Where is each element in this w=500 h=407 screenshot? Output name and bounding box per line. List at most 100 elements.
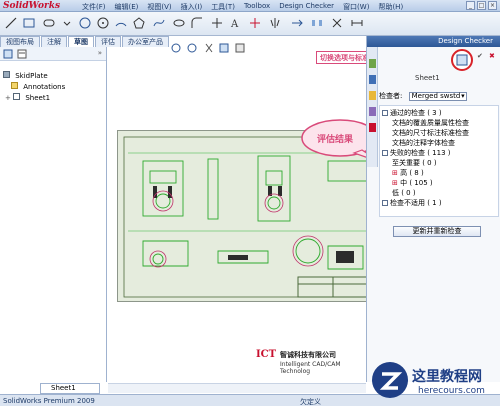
checker-select[interactable]: Merged swstd ▾ bbox=[408, 92, 467, 101]
menu-bar: 文件(F) 编辑(E) 视图(V) 插入(I) 工具(T) Toolbox De… bbox=[82, 2, 403, 12]
tree-item-sheet1[interactable]: + Sheet1 bbox=[3, 93, 65, 104]
results-tree: 通过的检查 ( 3 ) 文档的覆盖质量属性检查 文档的尺寸标注标准检查 文档的注… bbox=[379, 105, 499, 217]
menu-help[interactable]: 帮助(H) bbox=[378, 2, 403, 12]
mirror-tool-icon[interactable] bbox=[268, 16, 282, 30]
tree-item-label: Sheet1 bbox=[25, 94, 51, 102]
ok-icon[interactable]: ✔ bbox=[477, 52, 483, 60]
watermark-logo-icon bbox=[372, 362, 408, 398]
evaluate-results-text: 评估结果 bbox=[317, 135, 354, 145]
circle-tool-icon[interactable] bbox=[78, 16, 92, 30]
horizontal-scrollbar[interactable] bbox=[108, 383, 366, 393]
drawing-icon bbox=[3, 71, 10, 78]
view-palette-tab-icon[interactable] bbox=[369, 107, 376, 116]
expand-plus-icon[interactable]: ⊞ bbox=[392, 169, 398, 177]
checker-value: Merged swstd bbox=[411, 92, 461, 100]
task-pane-tabs bbox=[367, 47, 378, 167]
checker-row: 检查者: Merged swstd ▾ bbox=[379, 91, 499, 101]
smart-dimension-icon[interactable] bbox=[350, 16, 364, 30]
feature-manager-panel: » SkidPlate Annotations + Sheet1 bbox=[0, 47, 107, 382]
menu-design-checker[interactable]: Design Checker bbox=[279, 2, 334, 12]
svg-text:A: A bbox=[230, 19, 239, 30]
library-tab-icon[interactable] bbox=[369, 75, 376, 84]
failed-checks-label: 失败的检查 ( 113 ) bbox=[390, 149, 451, 157]
slot-tool-icon[interactable] bbox=[42, 16, 56, 30]
relation-tool-icon[interactable] bbox=[330, 16, 344, 30]
perimeter-circle-icon[interactable] bbox=[96, 16, 110, 30]
menu-insert[interactable]: 插入(I) bbox=[181, 2, 203, 12]
feature-manager-toolbar: » bbox=[0, 47, 106, 61]
menu-view[interactable]: 视图(V) bbox=[147, 2, 171, 12]
feature-tree: SkidPlate Annotations + Sheet1 bbox=[3, 71, 65, 104]
menu-file[interactable]: 文件(F) bbox=[82, 2, 106, 12]
ellipse-tool-icon[interactable] bbox=[172, 16, 186, 30]
update-recheck-button[interactable]: 更新并重新检查 bbox=[393, 226, 481, 237]
maximize-button[interactable]: □ bbox=[477, 1, 486, 10]
move-entities-icon[interactable] bbox=[290, 16, 304, 30]
design-checker-header: Design Checker bbox=[367, 36, 500, 47]
tab-evaluate[interactable]: 评估 bbox=[95, 36, 121, 47]
trim-tool-icon[interactable] bbox=[248, 16, 262, 30]
close-icon[interactable]: ✖ bbox=[489, 52, 495, 60]
passed-checkbox[interactable] bbox=[382, 110, 388, 116]
zoom-area-icon[interactable] bbox=[187, 43, 197, 53]
file-explorer-tab-icon[interactable] bbox=[369, 91, 376, 100]
display-style-icon[interactable] bbox=[219, 43, 229, 53]
medium-row[interactable]: ⊞ 中 ( 105 ) bbox=[382, 178, 496, 188]
not-applicable-checkbox[interactable] bbox=[382, 200, 388, 206]
point-tool-icon[interactable] bbox=[210, 16, 224, 30]
expand-arrows-icon[interactable]: » bbox=[98, 49, 102, 57]
app-logo: SolidWorks bbox=[3, 1, 61, 11]
pan-icon[interactable] bbox=[205, 43, 213, 53]
menu-window[interactable]: 窗口(W) bbox=[343, 2, 369, 12]
design-checker-tab-icon[interactable] bbox=[369, 123, 376, 132]
rectangle-tool-icon[interactable] bbox=[22, 16, 36, 30]
failed-checkbox[interactable] bbox=[382, 150, 388, 156]
toggle-options-button[interactable] bbox=[451, 49, 473, 71]
low-row[interactable]: 低 ( 0 ) bbox=[382, 188, 496, 198]
minimize-button[interactable]: _ bbox=[466, 1, 475, 10]
fillet-tool-icon[interactable] bbox=[190, 16, 204, 30]
tab-office-products[interactable]: 办公室产品 bbox=[122, 36, 169, 47]
passed-item: 文档的尺寸标注标准检查 bbox=[392, 129, 469, 137]
high-row[interactable]: ⊞ 高 ( 8 ) bbox=[382, 168, 496, 178]
line-tool-icon[interactable] bbox=[4, 16, 18, 30]
dropdown-icon[interactable] bbox=[60, 16, 74, 30]
critical-row[interactable]: 至关重要 ( 0 ) bbox=[382, 158, 496, 168]
high-label: 高 ( 8 ) bbox=[400, 169, 424, 177]
spline-tool-icon[interactable] bbox=[152, 16, 166, 30]
menu-edit[interactable]: 编辑(E) bbox=[115, 2, 139, 12]
resources-tab-icon[interactable] bbox=[369, 59, 376, 68]
property-manager-icon[interactable] bbox=[17, 49, 27, 59]
annotations-folder-icon bbox=[11, 82, 18, 89]
expand-plus-icon[interactable]: + bbox=[5, 94, 11, 102]
expand-plus-icon[interactable]: ⊞ bbox=[392, 179, 398, 187]
zoom-to-fit-icon[interactable] bbox=[171, 43, 181, 53]
ict-company-en: Intelligent CAD/CAM Technolog bbox=[280, 361, 341, 375]
menu-toolbox[interactable]: Toolbox bbox=[244, 2, 270, 12]
tab-annotation[interactable]: 注解 bbox=[41, 36, 67, 47]
chevron-down-icon[interactable]: ▾ bbox=[461, 93, 465, 100]
linear-pattern-icon[interactable] bbox=[310, 16, 324, 30]
tree-root[interactable]: SkidPlate bbox=[3, 71, 65, 82]
tab-sketch[interactable]: 草图 bbox=[68, 36, 94, 47]
checker-label: 检查者: bbox=[379, 92, 403, 100]
feature-tree-icon[interactable] bbox=[3, 49, 13, 59]
not-applicable-row[interactable]: 检查不适用 ( 1 ) bbox=[382, 198, 496, 208]
close-window-button[interactable]: × bbox=[488, 1, 497, 10]
hide-show-icon[interactable] bbox=[235, 43, 245, 53]
title-bar: SolidWorks 文件(F) 编辑(E) 视图(V) 插入(I) 工具(T)… bbox=[0, 0, 500, 12]
polygon-tool-icon[interactable] bbox=[132, 16, 146, 30]
text-tool-icon[interactable]: A bbox=[228, 16, 242, 30]
arc-tool-icon[interactable] bbox=[114, 16, 128, 30]
not-applicable-label: 检查不适用 ( 1 ) bbox=[390, 199, 442, 207]
heads-up-view-toolbar bbox=[171, 43, 245, 53]
tab-view-layout[interactable]: 视图布局 bbox=[0, 36, 40, 47]
sheet-tab[interactable]: Sheet1 bbox=[40, 383, 100, 394]
tree-item-annotations[interactable]: Annotations bbox=[3, 82, 65, 93]
passed-item: 文档的覆盖质量属性检查 bbox=[392, 119, 469, 127]
menu-tools[interactable]: 工具(T) bbox=[211, 2, 235, 12]
failed-checks-row[interactable]: 失败的检查 ( 113 ) bbox=[382, 148, 496, 158]
medium-label: 中 ( 105 ) bbox=[400, 179, 433, 187]
passed-checks-row[interactable]: 通过的检查 ( 3 ) bbox=[382, 108, 496, 118]
design-checker-panel: Design Checker ✔ ✖ Sheet1 检查者: Merged sw… bbox=[366, 36, 500, 382]
